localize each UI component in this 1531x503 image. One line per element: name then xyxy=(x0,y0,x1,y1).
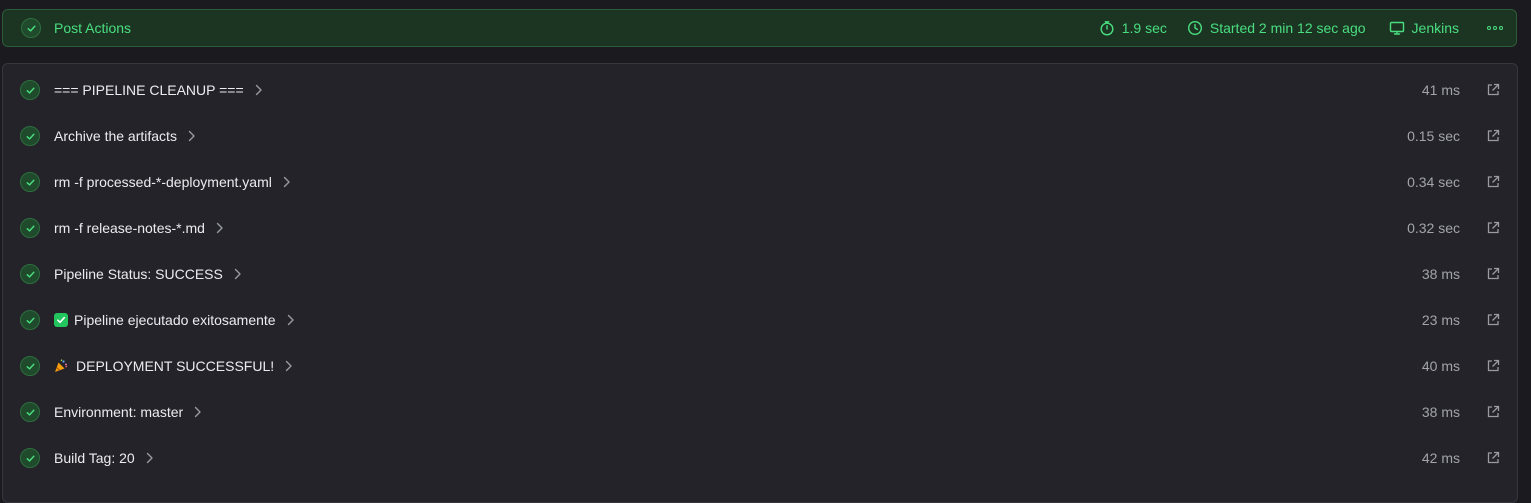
step-row[interactable]: Archive the artifacts 0.15 sec xyxy=(3,113,1517,159)
step-row[interactable]: Build Tag: 20 42 ms xyxy=(3,435,1517,481)
chevron-right-icon[interactable] xyxy=(282,176,291,188)
timer-icon xyxy=(1100,21,1114,36)
step-label-with-emoji: DEPLOYMENT SUCCESSFUL! xyxy=(54,358,274,374)
open-external-icon[interactable] xyxy=(1485,358,1501,374)
open-external-icon[interactable] xyxy=(1485,220,1501,236)
success-check-icon xyxy=(21,18,41,38)
step-row[interactable]: Pipeline ejecutado exitosamente 23 ms xyxy=(3,297,1517,343)
success-check-icon xyxy=(20,402,40,422)
step-row[interactable]: Environment: master 38 ms xyxy=(3,389,1517,435)
success-check-icon xyxy=(20,448,40,468)
started-text: Started 2 min 12 sec ago xyxy=(1209,20,1366,36)
party-popper-emoji xyxy=(55,359,68,372)
success-check-icon xyxy=(20,218,40,238)
open-external-icon[interactable] xyxy=(1485,312,1501,328)
chevron-right-icon[interactable] xyxy=(145,452,154,464)
post-actions-header[interactable]: Post Actions 1.9 sec Started 2 min 12 se… xyxy=(2,9,1517,47)
step-duration: 0.32 sec xyxy=(1407,220,1460,236)
step-duration: 38 ms xyxy=(1421,266,1460,282)
step-duration: 0.34 sec xyxy=(1407,174,1460,190)
step-label: Environment: master xyxy=(54,404,184,420)
stage-title: Post Actions xyxy=(54,20,132,36)
step-row[interactable]: Pipeline Status: SUCCESS 38 ms xyxy=(3,251,1517,297)
monitor-icon xyxy=(1389,21,1404,35)
steps-panel: === PIPELINE CLEANUP === 41 ms Archive t… xyxy=(2,63,1518,503)
step-row[interactable]: rm -f release-notes-*.md 0.32 sec xyxy=(3,205,1517,251)
stage-meta: 1.9 sec Started 2 min 12 sec ago Jenkins xyxy=(1099,20,1516,36)
success-check-icon xyxy=(20,310,40,330)
chevron-right-icon[interactable] xyxy=(215,222,224,234)
agent-text: Jenkins xyxy=(1411,20,1459,36)
clock-icon xyxy=(1187,20,1202,36)
duration-text: 1.9 sec xyxy=(1121,20,1167,36)
step-duration: 38 ms xyxy=(1421,404,1460,420)
step-duration: 41 ms xyxy=(1421,82,1460,98)
step-duration: 42 ms xyxy=(1421,450,1460,466)
started-meta: Started 2 min 12 sec ago xyxy=(1187,20,1366,36)
more-icon[interactable] xyxy=(1486,26,1504,30)
step-row[interactable]: rm -f processed-*-deployment.yaml 0.34 s… xyxy=(3,159,1517,205)
step-duration: 0.15 sec xyxy=(1407,128,1460,144)
duration-meta: 1.9 sec xyxy=(1099,20,1167,36)
step-label: === PIPELINE CLEANUP === xyxy=(54,82,244,98)
open-external-icon[interactable] xyxy=(1485,174,1501,190)
step-duration: 23 ms xyxy=(1421,312,1460,328)
step-row[interactable]: === PIPELINE CLEANUP === 41 ms xyxy=(3,67,1517,113)
open-external-icon[interactable] xyxy=(1485,266,1501,282)
success-check-icon xyxy=(20,172,40,192)
check-mark-button-emoji xyxy=(54,313,68,327)
chevron-right-icon[interactable] xyxy=(286,314,295,326)
step-label: Pipeline Status: SUCCESS xyxy=(54,266,223,282)
step-duration: 40 ms xyxy=(1421,358,1460,374)
open-external-icon[interactable] xyxy=(1485,128,1501,144)
step-label: Archive the artifacts xyxy=(54,128,177,144)
success-check-icon xyxy=(20,264,40,284)
open-external-icon[interactable] xyxy=(1485,404,1501,420)
chevron-right-icon[interactable] xyxy=(284,360,293,372)
success-check-icon xyxy=(20,126,40,146)
chevron-right-icon[interactable] xyxy=(233,268,242,280)
chevron-right-icon[interactable] xyxy=(187,130,196,142)
chevron-right-icon[interactable] xyxy=(254,84,263,96)
step-row[interactable]: DEPLOYMENT SUCCESSFUL! 40 ms xyxy=(3,343,1517,389)
success-check-icon xyxy=(20,356,40,376)
open-external-icon[interactable] xyxy=(1485,82,1501,98)
step-label: Build Tag: 20 xyxy=(54,450,135,466)
chevron-right-icon[interactable] xyxy=(193,406,202,418)
open-external-icon[interactable] xyxy=(1485,450,1501,466)
step-label: DEPLOYMENT SUCCESSFUL! xyxy=(76,358,275,374)
step-label: rm -f release-notes-*.md xyxy=(54,220,205,236)
step-label: Pipeline ejecutado exitosamente xyxy=(74,312,276,328)
step-label: rm -f processed-*-deployment.yaml xyxy=(54,174,272,190)
step-label-with-emoji: Pipeline ejecutado exitosamente xyxy=(54,312,276,328)
success-check-icon xyxy=(20,80,40,100)
agent-meta[interactable]: Jenkins xyxy=(1389,20,1459,36)
